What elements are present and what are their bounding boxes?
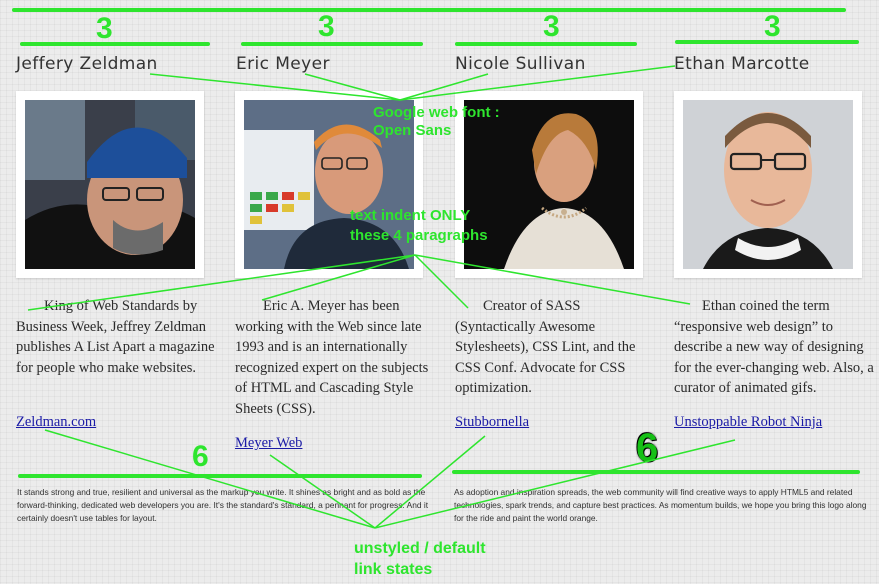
annotation-links-note-line1: unstyled / default	[354, 540, 486, 557]
annotation-callout-lines	[27, 65, 736, 529]
callout-font-sullivan	[399, 73, 489, 101]
callout-indent-meyer	[261, 254, 416, 301]
callout-font-marcotte	[399, 65, 676, 101]
annotation-links-note-line2: link states	[354, 561, 433, 578]
annotation-indent-note: text indent ONLY these 4 paragraphs	[350, 206, 488, 246]
annotation-links-note: unstyled / default link states	[354, 538, 486, 580]
annotation-indent-note-line2: these 4 paragraphs	[350, 227, 488, 244]
callout-font-zeldman	[149, 73, 401, 101]
annotation-font-note: Google web font : Open Sans	[373, 104, 500, 140]
callout-link-marcotte	[374, 439, 736, 529]
callout-link-zeldman	[44, 429, 376, 529]
callout-font-meyer	[304, 73, 401, 101]
callout-indent-zeldman	[27, 254, 416, 311]
annotation-indent-note-line1: text indent ONLY	[350, 207, 471, 224]
annotation-font-note-line1: Google web font :	[373, 104, 500, 121]
annotation-font-note-line2: Open Sans	[373, 122, 452, 139]
callout-link-meyer	[269, 454, 376, 529]
